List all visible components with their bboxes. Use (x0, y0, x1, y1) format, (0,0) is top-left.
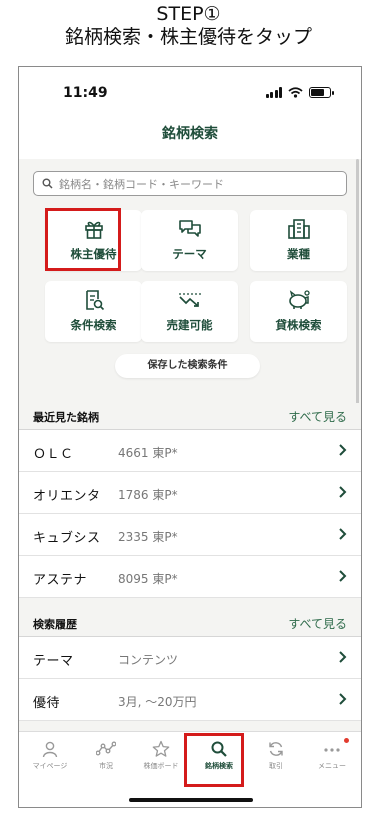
tab-label: 市況 (99, 762, 113, 770)
tab-market[interactable]: 市況 (78, 740, 134, 771)
category-tile-stock-lending[interactable]: 貸株検索 (250, 281, 347, 342)
chevron-right-icon (339, 444, 347, 456)
recent-stocks-header: 最近見た銘柄 すべて見る (19, 403, 361, 430)
tab-menu[interactable]: メニュー (304, 738, 360, 771)
status-bar: 11:49 (19, 67, 361, 123)
section-title: 検索履歴 (33, 618, 77, 631)
history-condition: 3月, ～20万円 (118, 695, 197, 709)
list-item[interactable]: オリエンタ 1786 東P* (19, 472, 361, 514)
step-number: STEP① (156, 3, 221, 25)
list-item[interactable]: キュブシス 2335 東P* (19, 514, 361, 556)
stock-code-market: 2335 東P* (118, 530, 178, 544)
category-tile-industry[interactable]: 業種 (250, 210, 347, 271)
person-icon (42, 741, 58, 758)
stock-code-market: 1786 東P* (118, 488, 178, 502)
instruction-caption: STEP① 銘柄検索・株主優待をタップ (0, 3, 377, 49)
star-icon (152, 740, 170, 757)
category-label: テーマ (172, 247, 207, 261)
category-label: 貸株検索 (275, 318, 322, 332)
nav-bar: 銘柄検索 (19, 123, 361, 159)
list-item[interactable]: 優待 3月, ～20万円 (19, 679, 361, 721)
page-title: 銘柄検索 (162, 126, 218, 142)
trend-down-icon (178, 293, 201, 307)
chevron-right-icon (339, 570, 347, 582)
highlight-box (184, 733, 244, 787)
stock-name: キュブシス (33, 531, 101, 546)
chevron-right-icon (339, 651, 347, 663)
refresh-icon (269, 742, 283, 756)
tab-trade[interactable]: 取引 (248, 740, 304, 771)
building-icon (287, 219, 310, 239)
status-icons (265, 87, 334, 98)
tab-label: 株価ボード (143, 762, 179, 770)
category-label: 売建可能 (166, 318, 213, 332)
market-chart-icon (96, 741, 116, 756)
search-icon (42, 178, 53, 189)
category-label: 業種 (287, 247, 310, 261)
search-history-header: 検索履歴 すべて見る (19, 610, 361, 637)
highlight-box (45, 208, 121, 271)
list-item[interactable]: ＯＬＣ 4661 東P* (19, 430, 361, 472)
saved-search-conditions-button[interactable]: 保存した検索条件 (115, 354, 260, 378)
battery-icon (309, 87, 334, 98)
search-placeholder: 銘柄名・銘柄コード・キーワード (59, 177, 224, 191)
step-instruction: 銘柄検索・株主優待をタップ (64, 26, 312, 48)
stock-name: アステナ (33, 573, 88, 588)
stock-code-market: 8095 東P* (118, 572, 178, 586)
tab-label: マイページ (32, 762, 68, 770)
see-all-link[interactable]: すべて見る (288, 615, 347, 632)
see-all-link[interactable]: すべて見る (288, 408, 347, 425)
wifi-icon (288, 87, 303, 98)
history-type: テーマ (33, 654, 74, 669)
document-search-icon (85, 290, 104, 311)
chevron-right-icon (339, 486, 347, 498)
status-time: 11:49 (63, 85, 108, 101)
tab-label: メニュー (318, 762, 346, 770)
section-title: 最近見た銘柄 (33, 411, 99, 424)
list-item[interactable]: テーマ コンテンツ (19, 637, 361, 679)
category-tile-theme[interactable]: テーマ (141, 210, 238, 271)
tab-stock-board[interactable]: 株価ボード (133, 740, 189, 771)
signal-icon (265, 87, 282, 98)
chat-bubbles-icon (178, 220, 201, 237)
category-tile-short-sellable[interactable]: 売建可能 (141, 281, 238, 342)
history-type: 優待 (33, 696, 61, 711)
stock-name: ＯＬＣ (33, 447, 74, 462)
category-label: 条件検索 (70, 318, 117, 332)
notification-badge (344, 738, 349, 743)
stock-code-market: 4661 東P* (118, 446, 178, 460)
phone-screen: 11:49 銘柄検索 銘柄名・銘柄コード・キーワード 株主優待 テーマ 業種 条… (18, 66, 362, 808)
tab-label: 取引 (269, 762, 283, 770)
piggy-bank-icon (288, 290, 310, 309)
category-tile-condition-search[interactable]: 条件検索 (45, 281, 142, 342)
history-condition: コンテンツ (118, 653, 179, 667)
home-indicator (129, 798, 253, 802)
search-input[interactable]: 銘柄名・銘柄コード・キーワード (33, 171, 347, 196)
stock-name: オリエンタ (33, 489, 101, 504)
more-dots-icon (324, 748, 340, 752)
tab-mypage[interactable]: マイページ (22, 740, 78, 771)
list-item[interactable]: アステナ 8095 東P* (19, 556, 361, 598)
chevron-right-icon (339, 528, 347, 540)
chevron-right-icon (339, 693, 347, 705)
